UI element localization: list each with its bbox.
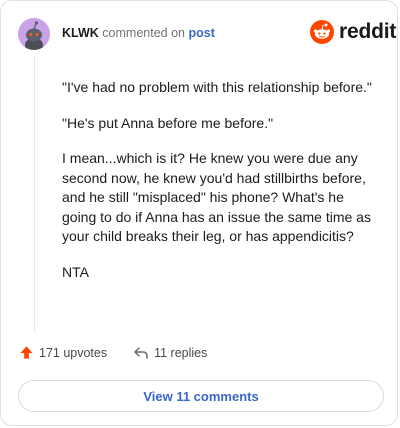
- reddit-wordmark: reddit: [339, 20, 397, 43]
- commented-on-text: commented on: [102, 26, 185, 40]
- username-link[interactable]: KLWK: [62, 26, 99, 40]
- comment-card: KLWK commented on post reddit "I've had …: [0, 0, 398, 426]
- comment-paragraph: I mean...which is it? He knew you were d…: [62, 150, 371, 244]
- replies-button[interactable]: 11 replies: [133, 346, 207, 360]
- comment-body: "I've had no problem with this relations…: [62, 78, 372, 298]
- reply-arrow-icon: [134, 346, 148, 359]
- reddit-logo[interactable]: reddit: [310, 20, 396, 44]
- comment-paragraph: "I've had no problem with this relations…: [62, 79, 372, 95]
- thread-line[interactable]: [34, 57, 35, 331]
- comment-paragraph: "He's put Anna before me before.": [62, 114, 274, 131]
- comment-paragraph: NTA: [62, 263, 89, 280]
- upvote-count: 171 upvotes: [39, 345, 108, 360]
- post-link[interactable]: post: [188, 26, 214, 40]
- upvote-arrow-icon: [20, 346, 33, 359]
- reply-count: 11 replies: [154, 345, 208, 360]
- reddit-snoo-icon: [310, 20, 334, 44]
- upvote-button[interactable]: 171 upvotes: [19, 345, 107, 360]
- comment-header: KLWK commented on post: [62, 26, 215, 40]
- comment-actions: 171 upvotes 11 replies: [19, 345, 207, 360]
- view-comments-button[interactable]: View 11 comments: [18, 380, 384, 412]
- user-avatar[interactable]: [18, 18, 50, 50]
- snoo-avatar-icon: [18, 18, 50, 50]
